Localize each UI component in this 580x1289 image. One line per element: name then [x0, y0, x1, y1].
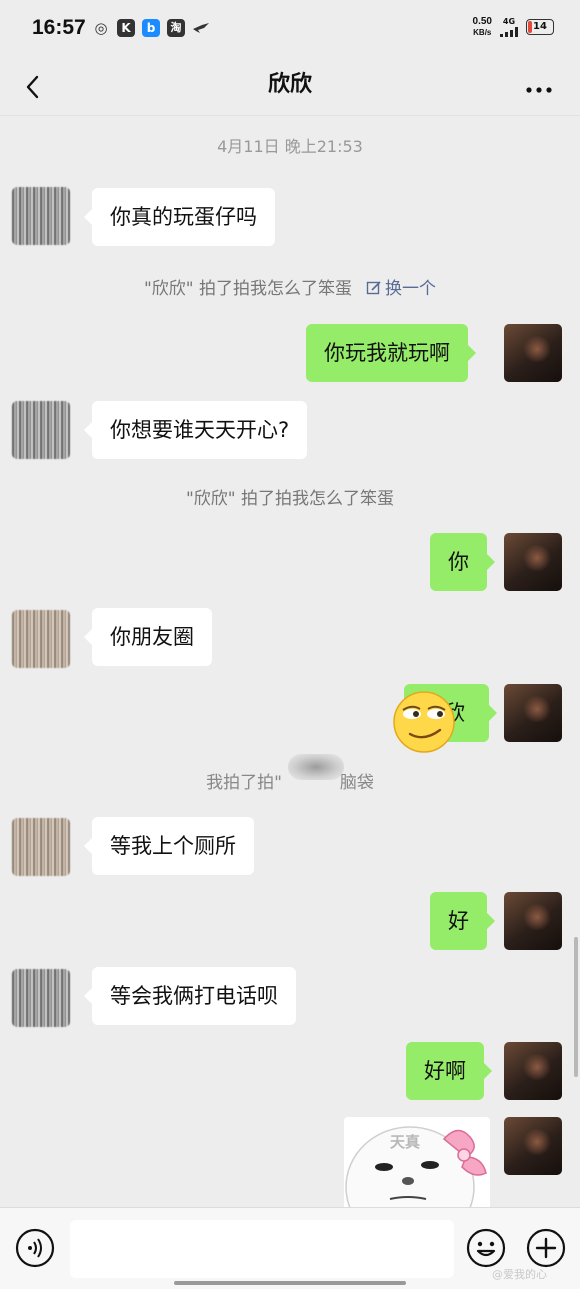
system-pat-notice: "欣欣" 拍了拍我怎么了笨蛋 [185, 489, 395, 509]
notification-icons: ◎ K b 淘 [92, 19, 210, 37]
message-bubble-received[interactable]: 你真的玩蛋仔吗 [84, 188, 275, 246]
signal-icon: 4G [500, 17, 518, 37]
pat-text: "欣欣" 拍了拍我怎么了笨蛋 [143, 279, 353, 299]
scrollbar[interactable] [574, 937, 578, 1077]
chat-title: 欣欣 [267, 72, 312, 97]
system-pat-notice: "欣欣" 拍了拍我怎么了笨蛋 换一个 [0, 274, 580, 299]
bilibili-icon: b [142, 19, 160, 37]
message-bubble-sent[interactable]: 好 [430, 892, 495, 950]
message-input[interactable] [70, 1220, 454, 1278]
home-indicator[interactable] [174, 1281, 406, 1285]
my-avatar[interactable] [504, 533, 562, 591]
voice-button[interactable] [15, 1228, 55, 1268]
plus-icon [526, 1228, 566, 1268]
my-avatar[interactable] [504, 684, 562, 742]
sticker-caption: 天真 [390, 1133, 421, 1151]
my-avatar[interactable] [504, 1117, 562, 1175]
more-dots-icon [526, 87, 552, 93]
emoji-button[interactable] [466, 1228, 506, 1268]
my-avatar[interactable] [504, 324, 562, 382]
weibo-icon: ◎ [94, 19, 108, 37]
voice-icon [15, 1228, 55, 1268]
watermark: @爱我的心 [492, 1268, 547, 1281]
message-bubble-sent[interactable]: 你玩我就玩啊 [306, 324, 476, 382]
network-speed: 0.50 KB/s [472, 16, 492, 37]
contact-avatar[interactable] [12, 818, 70, 876]
chat-header: 欣欣 [0, 58, 580, 116]
message-bubble-received[interactable]: 等会我俩打电话呗 [84, 967, 296, 1025]
smiley-icon [466, 1228, 506, 1268]
redacted-name [288, 754, 344, 780]
sticker-message[interactable]: 天真 [344, 1117, 490, 1207]
contact-avatar[interactable] [12, 969, 70, 1027]
message-list[interactable]: 4月11日 晚上21:53 你真的玩蛋仔吗 "欣欣" 拍了拍我怎么了笨蛋 换一个 … [0, 117, 580, 1207]
contact-avatar[interactable] [12, 187, 70, 245]
message-bubble-sent[interactable]: 你 [430, 533, 495, 591]
my-avatar[interactable] [504, 892, 562, 950]
message-bubble-received[interactable]: 你朋友圈 [84, 608, 212, 666]
timestamp: 4月11日 晚上21:53 [217, 137, 363, 156]
edit-icon [366, 281, 381, 295]
message-bubble-received[interactable]: 等我上个厕所 [84, 817, 254, 875]
message-bubble-sent[interactable]: 好啊 [406, 1042, 492, 1100]
wing-icon [192, 19, 210, 37]
message-bubble-received[interactable]: 你想要谁天天开心? [83, 401, 308, 459]
contact-avatar[interactable] [12, 401, 70, 459]
kuaishou-icon: K [117, 19, 135, 37]
more-button[interactable] [524, 68, 554, 106]
change-pat-link[interactable]: 换一个 [366, 279, 436, 299]
contact-avatar[interactable] [12, 610, 70, 668]
battery-icon: 14 [526, 19, 554, 35]
taobao-icon: 淘 [167, 19, 185, 37]
status-bar: 16:57 ◎ K b 淘 0.50 KB/s 4G 14 [0, 0, 580, 58]
my-avatar[interactable] [504, 1042, 562, 1100]
smirk-emoji-icon [393, 691, 455, 753]
clock: 16:57 [32, 16, 86, 39]
more-functions-button[interactable] [526, 1228, 566, 1268]
